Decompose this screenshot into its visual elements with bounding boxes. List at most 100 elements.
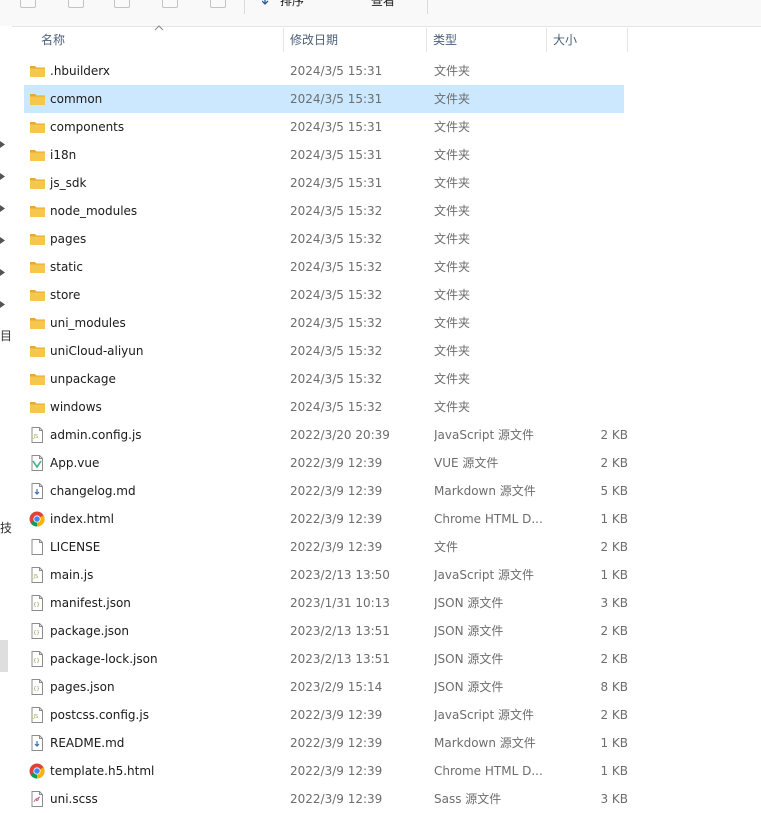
file-name: package.json	[50, 624, 130, 638]
expand-chevron-icon[interactable]	[0, 301, 7, 308]
file-date-modified: 2024/3/5 15:31	[290, 176, 383, 190]
folder-icon	[29, 91, 46, 107]
column-header-row: 名称 修改日期 类型 大小	[24, 25, 761, 54]
json-file-icon: {}	[29, 623, 46, 639]
file-row[interactable]: js_sdk 2024/3/5 15:31 文件夹	[24, 169, 624, 197]
column-header-type[interactable]: 类型	[433, 26, 457, 54]
file-row[interactable]: changelog.md 2022/3/9 12:39 Markdown 源文件 5 …	[24, 477, 628, 505]
nav-item-label[interactable]: 目	[0, 327, 12, 344]
folder-icon	[29, 63, 46, 79]
file-row[interactable]: uni.scss 2022/3/9 12:39 Sass 源文件 3 KB	[24, 785, 628, 813]
file-date-modified: 2024/3/5 15:32	[290, 204, 383, 218]
file-date-modified: 2023/2/13 13:50	[290, 568, 390, 582]
file-row[interactable]: store 2024/3/5 15:32 文件夹	[24, 281, 624, 309]
file-size: 8 KB	[600, 680, 628, 694]
cut-icon[interactable]	[68, 0, 84, 8]
file-row[interactable]: static 2024/3/5 15:32 文件夹	[24, 253, 624, 281]
view-icon[interactable]	[349, 0, 363, 6]
chrome-icon	[29, 763, 46, 779]
svg-text:JS: JS	[33, 434, 39, 440]
folder-icon	[29, 119, 46, 135]
command-bar: 排序 查看	[0, 0, 761, 27]
file-date-modified: 2022/3/9 12:39	[290, 792, 383, 806]
file-date-modified: 2022/3/20 20:39	[290, 428, 390, 442]
expand-chevron-icon[interactable]	[0, 205, 7, 212]
paste-icon[interactable]	[162, 0, 178, 8]
file-size	[568, 393, 628, 421]
file-row[interactable]: node_modules 2024/3/5 15:32 文件夹	[24, 197, 624, 225]
file-row[interactable]: common 2024/3/5 15:31 文件夹	[24, 85, 624, 113]
expand-chevron-icon[interactable]	[0, 173, 7, 180]
file-size: 1 KB	[600, 736, 628, 750]
file-name: uni_modules	[50, 316, 126, 330]
file-row[interactable]: windows 2024/3/5 15:32 文件夹	[24, 393, 624, 421]
file-size: 2 KB	[600, 624, 628, 638]
sort-button[interactable]: 排序	[280, 0, 304, 9]
expand-chevron-icon[interactable]	[0, 237, 7, 244]
file-name: common	[50, 92, 103, 106]
file-type: JSON 源文件	[434, 624, 504, 638]
file-type: JSON 源文件	[434, 680, 504, 694]
file-size	[568, 309, 628, 337]
file-row[interactable]: template.h5.html 2022/3/9 12:39 Chrome HTM…	[24, 757, 628, 785]
file-row[interactable]: uniCloud-aliyun 2024/3/5 15:32 文件夹	[24, 337, 624, 365]
file-row[interactable]: JS admin.config.js 2022/3/20 20:39 JavaScri…	[24, 421, 628, 449]
file-row[interactable]: uni_modules 2024/3/5 15:32 文件夹	[24, 309, 624, 337]
file-row[interactable]: components 2024/3/5 15:31 文件夹	[24, 113, 624, 141]
file-name: admin.config.js	[50, 428, 142, 442]
file-row[interactable]: unpackage 2024/3/5 15:32 文件夹	[24, 365, 624, 393]
file-row[interactable]: index.html 2022/3/9 12:39 Chrome HTML D...…	[24, 505, 628, 533]
column-resize-handle[interactable]	[546, 28, 547, 52]
nav-item-label[interactable]: 技	[0, 519, 12, 536]
file-name: README.md	[50, 736, 125, 750]
file-type: 文件夹	[434, 176, 471, 190]
folder-icon	[29, 147, 46, 163]
file-row[interactable]: pages 2024/3/5 15:32 文件夹	[24, 225, 624, 253]
column-resize-handle[interactable]	[627, 28, 628, 52]
file-row[interactable]: README.md 2022/3/9 12:39 Markdown 源文件 1 KB	[24, 729, 628, 757]
file-row[interactable]: {} manifest.json 2023/1/31 10:13 JSON 源文件 3 …	[24, 589, 628, 617]
file-row[interactable]: .hbuilderx 2024/3/5 15:31 文件夹	[24, 57, 624, 85]
column-header-name[interactable]: 名称	[41, 26, 65, 54]
expand-chevron-icon[interactable]	[0, 141, 7, 148]
file-type: Chrome HTML D...	[434, 512, 543, 526]
file-row[interactable]: {} package-lock.json 2023/2/13 13:51 JSON 源…	[24, 645, 628, 673]
file-row[interactable]: JS main.js 2023/2/13 13:50 JavaScript 源文件 1 …	[24, 561, 628, 589]
file-row[interactable]: i18n 2024/3/5 15:31 文件夹	[24, 141, 624, 169]
file-type: 文件夹	[434, 372, 471, 386]
file-row[interactable]: {} package.json 2023/2/13 13:51 JSON 源文件 2 K…	[24, 617, 628, 645]
folder-icon	[29, 315, 46, 331]
file-size: 2 KB	[600, 708, 628, 722]
file-type: Sass 源文件	[434, 792, 502, 806]
column-header-date[interactable]: 修改日期	[290, 26, 338, 54]
delete-icon[interactable]	[210, 0, 226, 8]
file-name: .hbuilderx	[50, 64, 111, 78]
file-name: unpackage	[50, 372, 116, 386]
copy-icon[interactable]	[114, 0, 130, 8]
file-row[interactable]: {} pages.json 2023/2/9 15:14 JSON 源文件 8 KB	[24, 673, 628, 701]
file-size: 2 KB	[600, 428, 628, 442]
folder-icon	[29, 371, 46, 387]
file-type: Chrome HTML D...	[434, 764, 543, 778]
sort-icon[interactable]	[262, 0, 274, 6]
file-size: 1 KB	[600, 764, 628, 778]
file-type: Markdown 源文件	[434, 736, 536, 750]
folder-icon	[29, 231, 46, 247]
file-name: i18n	[50, 148, 77, 162]
file-name: pages.json	[50, 680, 115, 694]
file-date-modified: 2022/3/9 12:39	[290, 540, 383, 554]
file-row[interactable]: App.vue 2022/3/9 12:39 VUE 源文件 2 KB	[24, 449, 628, 477]
file-date-modified: 2024/3/5 15:32	[290, 288, 383, 302]
file-row[interactable]: LICENSE 2022/3/9 12:39 文件 2 KB	[24, 533, 628, 561]
new-icon[interactable]	[20, 0, 36, 8]
view-button[interactable]: 查看	[371, 0, 395, 9]
file-date-modified: 2024/3/5 15:31	[290, 120, 383, 134]
file-type: 文件夹	[434, 344, 471, 358]
expand-chevron-icon[interactable]	[0, 269, 7, 276]
column-resize-handle[interactable]	[426, 28, 427, 52]
column-resize-handle[interactable]	[283, 28, 284, 52]
file-row[interactable]: JS postcss.config.js 2022/3/9 12:39 JavaScr…	[24, 701, 628, 729]
file-size	[568, 85, 628, 113]
file-type: JavaScript 源文件	[434, 708, 534, 722]
column-header-size[interactable]: 大小	[553, 26, 577, 54]
